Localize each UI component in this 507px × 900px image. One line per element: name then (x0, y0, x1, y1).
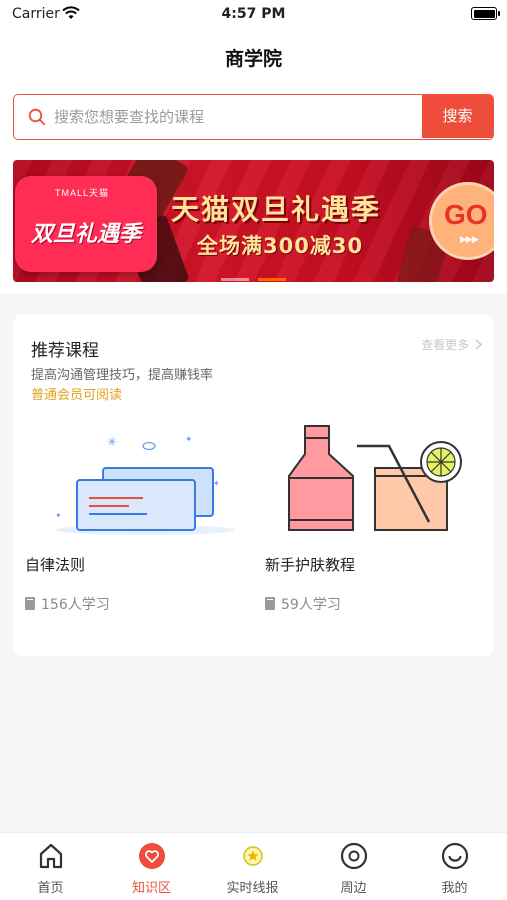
search-icon (28, 108, 46, 126)
see-more-link[interactable]: 查看更多 (421, 336, 483, 353)
promo-banner[interactable]: TMALL天猫 双旦礼遇季 天猫双旦礼遇季 全场满300减30 GO ▶▶▶ (13, 160, 494, 282)
section-title: 推荐课程 (31, 341, 99, 361)
tab-live-news[interactable]: 实时线报 (202, 833, 303, 900)
svg-text:✦: ✦ (213, 479, 220, 488)
course-card[interactable]: 新手护肤教程 59人学习 (265, 424, 485, 624)
tab-label: 我的 (441, 881, 468, 896)
course-title: 自律法则 (25, 556, 86, 574)
search-button[interactable]: 搜索 (422, 95, 493, 138)
search-row: 搜索 (0, 88, 507, 152)
heart-icon (137, 841, 167, 871)
documents-illustration: ✳ ✦ ✦ ✦ (25, 424, 245, 544)
learner-count: 59人学习 (265, 594, 341, 614)
home-icon (36, 841, 66, 871)
chevron-right-icon (473, 338, 483, 352)
clock: 4:57 PM (221, 6, 286, 22)
book-icon (25, 597, 35, 610)
svg-text:✦: ✦ (185, 435, 193, 445)
tmall-logo: TMALL天猫 (55, 188, 110, 198)
go-arrows-icon: ▶▶▶ (460, 235, 479, 245)
sale-badge: TMALL天猫 双旦礼遇季 (15, 176, 157, 272)
book-icon (265, 597, 275, 610)
recommended-courses-card: 推荐课程 查看更多 提高沟通管理技巧，提高赚钱率 普通会员可阅读 ✳ ✦ ✦ ✦ (13, 314, 494, 656)
banner-headline: 天猫双旦礼遇季 (171, 193, 382, 226)
pager-dot-active[interactable] (258, 278, 287, 281)
go-label: GO (444, 199, 488, 230)
search-box: 搜索 (13, 94, 494, 140)
star-badge-icon (238, 841, 268, 871)
tab-label: 周边 (340, 881, 367, 896)
nav-bar: 商学院 (0, 30, 507, 88)
search-input[interactable] (54, 95, 424, 138)
tab-home[interactable]: 首页 (0, 833, 101, 900)
see-more-label: 查看更多 (421, 338, 470, 352)
course-title: 新手护肤教程 (265, 556, 356, 574)
tab-label: 首页 (37, 881, 64, 896)
course-card[interactable]: ✳ ✦ ✦ ✦ 自律法则 156人学习 (25, 424, 245, 624)
status-bar: Carrier 4:57 PM (0, 0, 507, 30)
compass-icon (339, 841, 369, 871)
learner-count: 156人学习 (25, 594, 110, 614)
tab-label: 实时线报 (226, 881, 279, 896)
tab-mine[interactable]: 我的 (404, 833, 505, 900)
svg-text:✳: ✳ (107, 435, 117, 449)
tab-knowledge[interactable]: 知识区 (101, 833, 202, 900)
banner-subline: 全场满300减30 (197, 234, 364, 258)
learner-count-label: 156人学习 (41, 597, 110, 613)
section-subtitle: 提高沟通管理技巧，提高赚钱率 (31, 368, 214, 383)
tab-label: 知识区 (131, 881, 171, 896)
learner-count-label: 59人学习 (281, 597, 341, 613)
banner-section: TMALL天猫 双旦礼遇季 天猫双旦礼遇季 全场满300减30 GO ▶▶▶ (0, 152, 507, 294)
tab-bar: 首页 知识区 实时线报 周边 我的 (0, 832, 507, 900)
svg-text:✦: ✦ (55, 511, 62, 520)
sale-name: 双旦礼遇季 (30, 222, 141, 247)
banner-pager (13, 278, 494, 282)
page-title: 商学院 (224, 48, 282, 70)
drinks-illustration (265, 424, 485, 544)
battery-icon (471, 7, 500, 20)
pager-dot[interactable] (220, 278, 249, 281)
tab-nearby[interactable]: 周边 (303, 833, 404, 900)
member-note: 普通会员可阅读 (31, 388, 123, 403)
smile-icon (440, 841, 470, 871)
